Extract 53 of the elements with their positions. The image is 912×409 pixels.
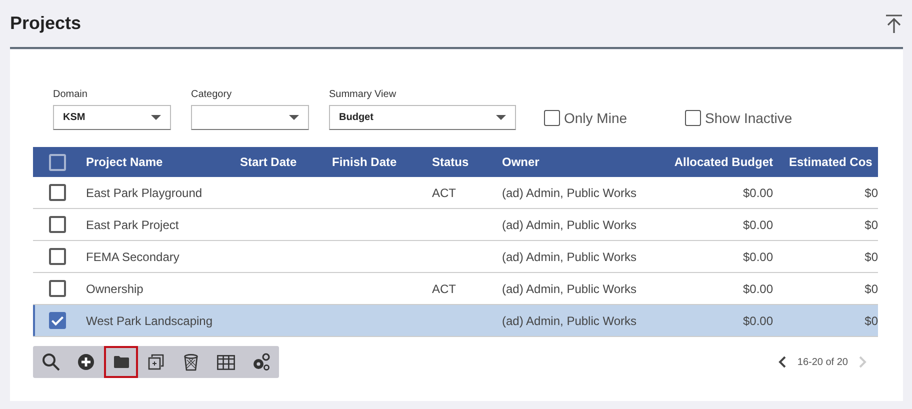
- table-cell: (ad) Admin, Public Works: [502, 282, 636, 296]
- trash-icon: [184, 354, 198, 370]
- dropdown[interactable]: KSM: [53, 105, 171, 130]
- field-label: Category: [191, 89, 233, 100]
- add-icon: [78, 354, 94, 370]
- checkbox[interactable]: [685, 110, 702, 126]
- table-cell: $0.00: [742, 250, 773, 264]
- table-cell: (ad) Admin, Public Works: [502, 250, 636, 264]
- row-checkbox[interactable]: [49, 184, 66, 201]
- table-cell: $0: [864, 314, 878, 328]
- table-cell: Ownership: [86, 282, 144, 296]
- search-icon: [42, 353, 60, 371]
- table-cell: East Park Playground: [86, 186, 202, 200]
- caret-icon: [151, 115, 161, 120]
- table-cell: $0: [864, 218, 878, 232]
- table-cell: ACT: [432, 186, 456, 200]
- table-cell: $0.00: [742, 282, 773, 296]
- collapse-up-icon[interactable]: [885, 14, 903, 34]
- table-cell: $0: [864, 186, 878, 200]
- table-cell: $0.00: [742, 314, 773, 328]
- checkbox-label: Show Inactive: [705, 110, 792, 126]
- select-all-checkbox[interactable]: [49, 154, 66, 170]
- row-checkbox[interactable]: [49, 280, 66, 297]
- field-label: Summary View: [329, 89, 398, 100]
- caret-icon: [289, 115, 299, 120]
- folder-icon: [114, 356, 128, 368]
- copy-icon: [148, 354, 164, 370]
- table-cell: East Park Project: [86, 218, 179, 232]
- table-cell: $0: [864, 250, 878, 264]
- table-cell: ACT: [432, 282, 456, 296]
- table-cell: $0.00: [742, 186, 773, 200]
- page-range: 16-20 of 20: [797, 356, 848, 368]
- table-icon: [217, 354, 235, 370]
- column-header[interactable]: Owner: [502, 155, 540, 169]
- folder-button[interactable]: [104, 346, 138, 378]
- table-cell: $0: [864, 282, 878, 296]
- checkbox-label: Only Mine: [564, 110, 628, 126]
- caret-icon: [496, 115, 506, 120]
- table-cell: $0.00: [742, 218, 773, 232]
- dropdown[interactable]: Budget: [329, 105, 516, 130]
- page-title: Projects: [10, 13, 82, 34]
- table-cell: (ad) Admin, Public Works: [502, 186, 636, 200]
- table-cell: West Park Landscaping: [86, 314, 213, 328]
- row-checkbox[interactable]: [49, 312, 66, 329]
- field-label: Domain: [53, 89, 88, 100]
- row-checkbox[interactable]: [49, 216, 66, 233]
- row-checkbox[interactable]: [49, 248, 66, 265]
- table-cell: (ad) Admin, Public Works: [502, 314, 636, 328]
- table-cell: FEMA Secondary: [86, 250, 180, 264]
- table-cell: (ad) Admin, Public Works: [502, 218, 636, 232]
- checkbox[interactable]: [544, 110, 560, 126]
- dropdown[interactable]: [191, 105, 309, 130]
- settings-icon: [252, 353, 270, 371]
